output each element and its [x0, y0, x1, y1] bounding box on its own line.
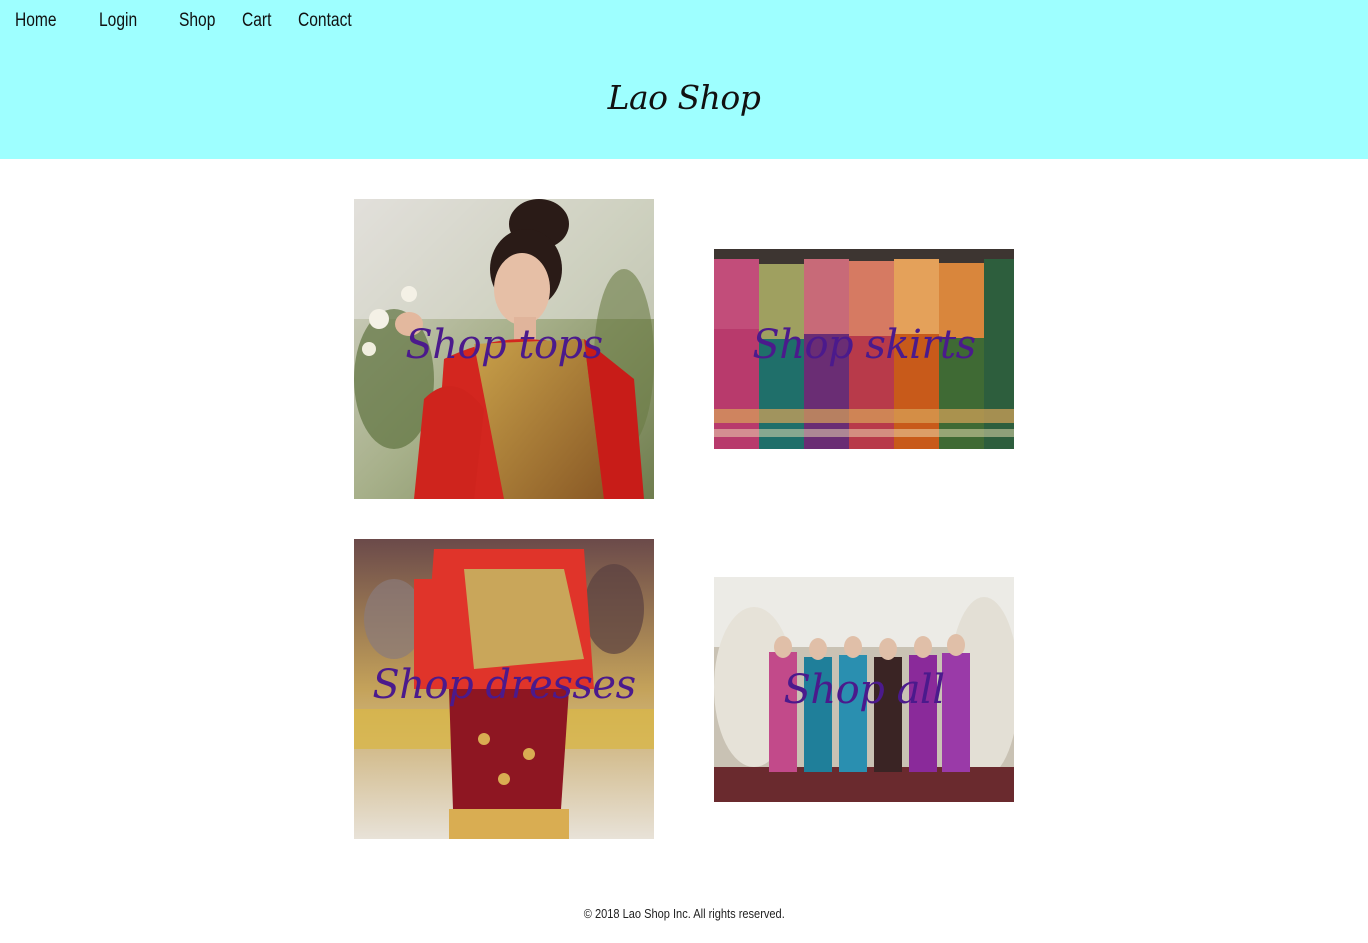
tile-label-all[interactable]: Shop all	[714, 667, 1014, 713]
nav-contact-link[interactable]: Contact	[298, 10, 352, 32]
nav-home-link[interactable]: Home	[15, 10, 57, 32]
top-nav: Home Login Shop Cart Contact	[0, 0, 600, 46]
nav-cart-link[interactable]: Cart	[242, 10, 271, 32]
nav-login-link[interactable]: Login	[99, 10, 137, 32]
tile-label-dresses[interactable]: Shop dresses	[354, 662, 654, 708]
category-tile-tops[interactable]: Shop tops	[354, 199, 654, 499]
site-title: Lao Shop	[607, 78, 761, 117]
site-header: Home Login Shop Cart Contact Lao Shop	[0, 0, 1368, 159]
copyright-text: © 2018 Lao Shop Inc. All rights reserved…	[583, 906, 785, 921]
nav-shop-link[interactable]: Shop	[179, 10, 215, 32]
tile-label-skirts[interactable]: Shop skirts	[714, 322, 1014, 368]
category-tile-dresses[interactable]: Shop dresses	[354, 539, 654, 839]
site-footer: © 2018 Lao Shop Inc. All rights reserved…	[0, 906, 1368, 921]
category-tile-skirts[interactable]: Shop skirts	[714, 249, 1014, 449]
tile-label-tops[interactable]: Shop tops	[354, 322, 654, 368]
category-tile-all[interactable]: Shop all	[714, 577, 1014, 802]
